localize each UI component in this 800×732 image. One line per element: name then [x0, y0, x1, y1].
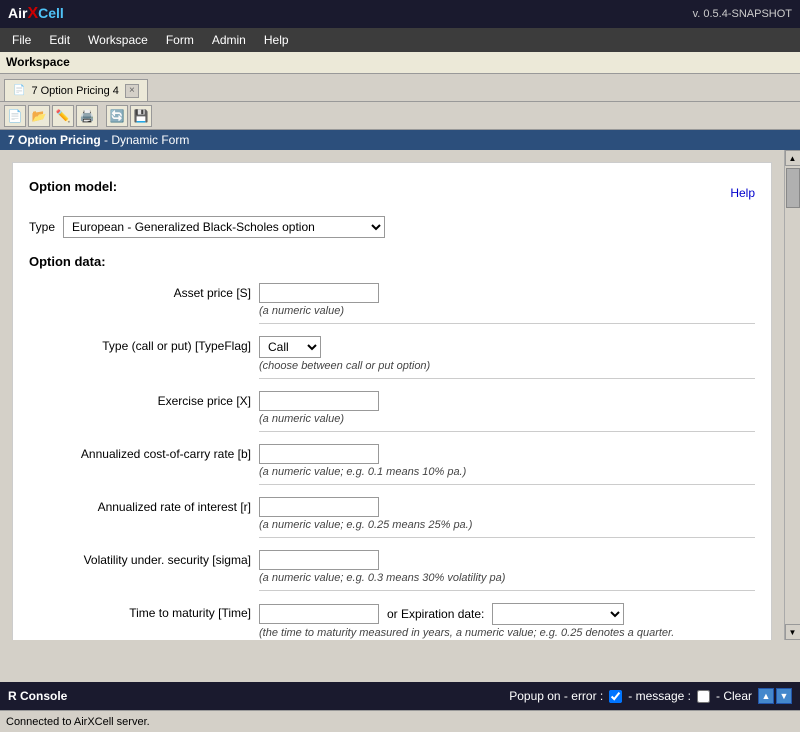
time-to-maturity-row: Time to maturity [Time] or Expiration da…: [29, 603, 755, 640]
menu-edit[interactable]: Edit: [41, 31, 78, 49]
toolbar-print-button[interactable]: 🖨️: [76, 105, 98, 127]
rate-of-interest-right: (a numeric value; e.g. 0.25 means 25% pa…: [259, 497, 755, 546]
typeflag-select[interactable]: Call Put: [260, 337, 320, 357]
tab-option-pricing[interactable]: 📄 7 Option Pricing 4 ×: [4, 79, 148, 101]
titlebar: AirXCell v. 0.5.4-SNAPSHOT: [0, 0, 800, 28]
toolbar-open-button[interactable]: 📂: [28, 105, 50, 127]
console-scroll-up-button[interactable]: ▲: [758, 688, 774, 704]
asset-price-input[interactable]: [259, 283, 379, 303]
clear-label: - Clear: [716, 689, 752, 703]
cost-of-carry-right: (a numeric value; e.g. 0.1 means 10% pa.…: [259, 444, 755, 493]
form-scroll-area[interactable]: Option model: Help Type European - Gener…: [0, 150, 784, 640]
volatility-input[interactable]: [259, 550, 379, 570]
asset-price-right: (a numeric value): [259, 283, 755, 332]
menu-form[interactable]: Form: [158, 31, 202, 49]
status-bar: Connected to AirXCell server.: [0, 710, 800, 732]
scroll-thumb[interactable]: [786, 168, 800, 208]
form-title-bar: 7 Option Pricing - Dynamic Form: [0, 130, 800, 150]
exercise-price-label: Exercise price [X]: [29, 391, 259, 408]
scrollbar[interactable]: ▲ ▼: [784, 150, 800, 640]
typeflag-row: Type (call or put) [TypeFlag] Call Put (…: [29, 336, 755, 387]
typeflag-label: Type (call or put) [TypeFlag]: [29, 336, 259, 353]
tab-icon: 📄: [13, 85, 25, 96]
r-console: R Console Popup on - error : - message :…: [0, 682, 800, 710]
exercise-price-row: Exercise price [X] (a numeric value): [29, 391, 755, 440]
scroll-down-arrow[interactable]: ▼: [785, 624, 800, 640]
rate-of-interest-label: Annualized rate of interest [r]: [29, 497, 259, 514]
menu-file[interactable]: File: [4, 31, 39, 49]
option-data-title: Option data:: [29, 254, 755, 269]
option-model-title: Option model:: [29, 179, 117, 194]
type-label: Type: [29, 220, 55, 234]
toolbar-edit-button[interactable]: ✏️: [52, 105, 74, 127]
popup-message-label: - message :: [628, 689, 691, 703]
menu-workspace[interactable]: Workspace: [80, 31, 156, 49]
time-to-maturity-right: or Expiration date: (the time to maturit…: [259, 603, 755, 640]
app-version: v. 0.5.4-SNAPSHOT: [693, 8, 792, 20]
workspace-label: Workspace: [6, 55, 70, 69]
time-to-maturity-hint: (the time to maturity measured in years,…: [259, 625, 755, 640]
form-title-bold: 7 Option Pricing: [8, 133, 101, 147]
asset-price-label: Asset price [S]: [29, 283, 259, 300]
time-to-maturity-input[interactable]: [259, 604, 379, 624]
app-logo: AirXCell: [8, 5, 64, 23]
popup-error-checkbox[interactable]: [609, 690, 622, 703]
exercise-price-right: (a numeric value): [259, 391, 755, 440]
volatility-hint: (a numeric value; e.g. 0.3 means 30% vol…: [259, 572, 755, 591]
type-row: Type European - Generalized Black-Schole…: [29, 216, 755, 238]
cost-of-carry-label: Annualized cost-of-carry rate [b]: [29, 444, 259, 461]
rate-of-interest-row: Annualized rate of interest [r] (a numer…: [29, 497, 755, 546]
expiration-select-wrapper[interactable]: [492, 603, 624, 625]
popup-on-error-label: Popup on - error :: [509, 689, 603, 703]
popup-section: Popup on - error : - message : - Clear ▲…: [509, 688, 792, 704]
popup-message-checkbox[interactable]: [697, 690, 710, 703]
menu-help[interactable]: Help: [256, 31, 297, 49]
tab-label: 7 Option Pricing 4: [31, 85, 118, 97]
main-content-area: Option model: Help Type European - Gener…: [0, 150, 800, 640]
cost-of-carry-input[interactable]: [259, 444, 379, 464]
form-container: Option model: Help Type European - Gener…: [12, 162, 772, 640]
cost-of-carry-hint: (a numeric value; e.g. 0.1 means 10% pa.…: [259, 466, 755, 485]
r-console-title: R Console: [8, 689, 67, 703]
exercise-price-hint: (a numeric value): [259, 413, 755, 432]
toolbar-refresh-button[interactable]: 🔄: [106, 105, 128, 127]
toolbar-new-button[interactable]: 📄: [4, 105, 26, 127]
typeflag-select-wrapper[interactable]: Call Put: [259, 336, 321, 358]
console-scroll-down-button[interactable]: ▼: [776, 688, 792, 704]
typeflag-right: Call Put (choose between call or put opt…: [259, 336, 755, 387]
time-to-maturity-label: Time to maturity [Time]: [29, 603, 259, 620]
typeflag-hint: (choose between call or put option): [259, 360, 755, 379]
option-data-section: Option data: Asset price [S] (a numeric …: [29, 254, 755, 640]
asset-price-row: Asset price [S] (a numeric value): [29, 283, 755, 332]
cost-of-carry-row: Annualized cost-of-carry rate [b] (a num…: [29, 444, 755, 493]
help-link[interactable]: Help: [730, 186, 755, 200]
menu-admin[interactable]: Admin: [204, 31, 254, 49]
option-model-section: Option model: Help Type European - Gener…: [29, 179, 755, 238]
console-scroll-buttons: ▲ ▼: [758, 688, 792, 704]
scroll-up-arrow[interactable]: ▲: [785, 150, 800, 166]
exercise-price-input[interactable]: [259, 391, 379, 411]
tab-bar: 📄 7 Option Pricing 4 ×: [0, 74, 800, 102]
type-select[interactable]: European - Generalized Black-Scholes opt…: [64, 217, 384, 237]
volatility-label: Volatility under. security [sigma]: [29, 550, 259, 567]
type-select-wrapper[interactable]: European - Generalized Black-Scholes opt…: [63, 216, 385, 238]
toolbar-save-button[interactable]: 💾: [130, 105, 152, 127]
expiration-date-label: or Expiration date:: [387, 607, 484, 621]
status-text: Connected to AirXCell server.: [6, 716, 150, 728]
rate-of-interest-input[interactable]: [259, 497, 379, 517]
form-title-light: - Dynamic Form: [101, 133, 190, 147]
volatility-right: (a numeric value; e.g. 0.3 means 30% vol…: [259, 550, 755, 599]
asset-price-hint: (a numeric value): [259, 305, 755, 324]
menubar: File Edit Workspace Form Admin Help: [0, 28, 800, 52]
toolbar: 📄 📂 ✏️ 🖨️ 🔄 💾: [0, 102, 800, 130]
tab-close-button[interactable]: ×: [125, 84, 139, 98]
volatility-row: Volatility under. security [sigma] (a nu…: [29, 550, 755, 599]
workspace-bar: Workspace: [0, 52, 800, 74]
expiration-date-select[interactable]: [493, 604, 623, 624]
rate-of-interest-hint: (a numeric value; e.g. 0.25 means 25% pa…: [259, 519, 755, 538]
